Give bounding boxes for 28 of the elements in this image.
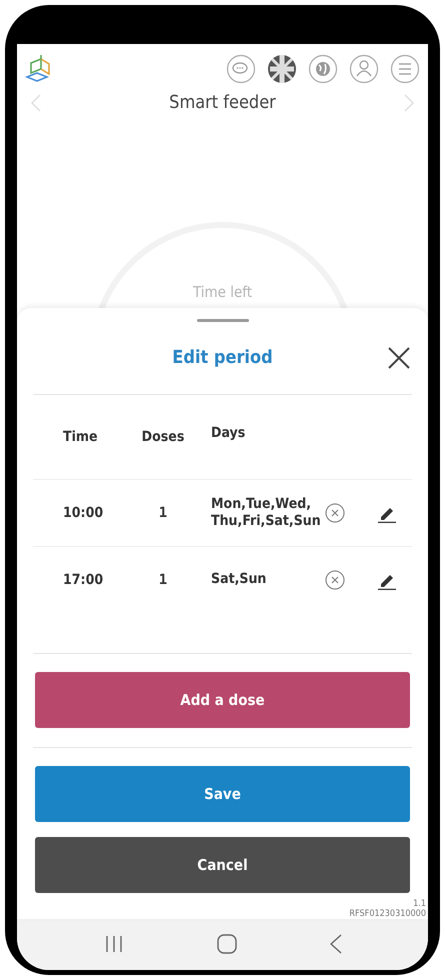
time-cell-text: 17:00 — [62, 572, 104, 588]
save-button[interactable]: Save — [35, 766, 410, 822]
gauge-label: Time left — [192, 283, 252, 301]
time-cell-text: 10:00 — [62, 504, 104, 521]
column-header: Time — [62, 428, 99, 445]
delete-icon[interactable] — [325, 570, 345, 590]
column-header: Doses — [140, 428, 186, 445]
close-button[interactable] — [386, 344, 412, 371]
page-title: Smart feeder — [169, 92, 276, 113]
menu-icon[interactable] — [390, 54, 420, 84]
days-cell-text: Sat,Sun — [210, 571, 268, 588]
add-dose-button[interactable]: Add a dose — [35, 672, 410, 728]
doses-cell-text: 1 — [158, 504, 168, 521]
days-cell-text: Mon,Tue,Wed, Thu,Fri,Sat,Sun — [210, 496, 321, 530]
sheet-title: Edit period — [172, 347, 273, 368]
recent-apps-icon[interactable] — [104, 935, 124, 954]
user-icon[interactable] — [349, 54, 379, 84]
globe-icon[interactable] — [308, 54, 338, 84]
column-header: Days — [210, 425, 246, 442]
drag-handle[interactable] — [196, 318, 248, 322]
chat-icon[interactable] — [226, 54, 256, 84]
serial-number: RFSF01230310000 — [349, 908, 426, 919]
home-icon[interactable] — [216, 934, 236, 954]
version-text: 1.1 — [413, 898, 426, 909]
back-icon[interactable] — [330, 934, 342, 954]
delete-icon[interactable] — [325, 502, 345, 523]
doses-cell-text: 1 — [158, 572, 168, 588]
cancel-button[interactable]: Cancel — [35, 836, 410, 893]
